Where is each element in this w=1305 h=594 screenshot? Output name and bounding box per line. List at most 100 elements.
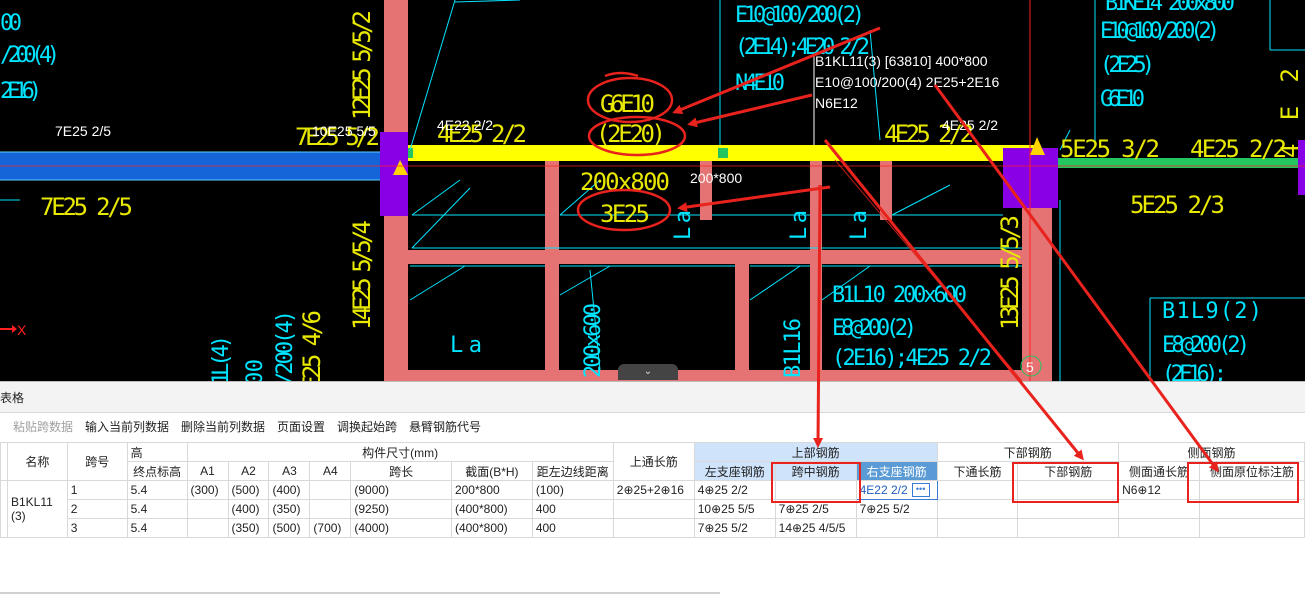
cell-end-elev[interactable]: 5.4 xyxy=(126,518,188,538)
cell-section[interactable]: 200*800 xyxy=(450,480,533,500)
cad-text-3e25: 3E25 xyxy=(600,200,650,228)
axis-x-label: X xyxy=(17,322,27,338)
cell-a2[interactable]: (500) xyxy=(227,480,270,500)
cell-name[interactable]: B1KL11(3) xyxy=(7,480,68,538)
cell-offset[interactable]: (100) xyxy=(531,480,614,500)
cell-a1[interactable] xyxy=(186,518,229,538)
cad-text-bottom-200-4: /200(4) xyxy=(273,310,298,381)
wall-vertical-2 xyxy=(1022,185,1052,381)
cad-text-b1ke14: B1KE14 200x800 xyxy=(1105,0,1235,16)
cell-left-support[interactable]: 7⊕25 5/2 xyxy=(693,518,776,538)
cell-a3[interactable]: (500) xyxy=(268,518,311,538)
cell-a4[interactable]: (700) xyxy=(309,518,352,538)
cell-bottom-through[interactable] xyxy=(936,518,1019,538)
annotation-box-side-origin xyxy=(1187,462,1299,503)
cad-text-200x800-white: 200*800 xyxy=(690,170,742,186)
cell-right-support[interactable]: 7⊕25 5/2 xyxy=(855,499,938,519)
header-section[interactable]: 截面(B*H) xyxy=(450,461,533,481)
cell-bottom-rebar[interactable] xyxy=(1017,518,1120,538)
cantilever-code-button[interactable]: 悬臂钢筋代号 xyxy=(409,414,481,440)
cad-text-4e25-22-far: 4E25 2/2 xyxy=(1190,135,1287,163)
header-elev-group[interactable]: 高 xyxy=(126,442,188,462)
panel-title: 表格 xyxy=(0,391,25,405)
delete-column-button[interactable]: 删除当前列数据 xyxy=(181,414,265,440)
cell-top-through[interactable] xyxy=(612,518,695,538)
header-span-no[interactable]: 跨号 xyxy=(66,442,128,481)
header-a2[interactable]: A2 xyxy=(227,461,270,481)
cell-a2[interactable]: (350) xyxy=(227,518,270,538)
cell-right-support[interactable] xyxy=(855,518,938,538)
page-setup-button[interactable]: 页面设置 xyxy=(277,414,325,440)
input-column-button[interactable]: 输入当前列数据 xyxy=(85,414,169,440)
header-a1[interactable]: A1 xyxy=(186,461,229,481)
header-end-elev[interactable]: 终点标高 xyxy=(126,461,188,481)
cell-mid-span[interactable]: 14⊕25 4/5/5 xyxy=(774,518,857,538)
cell-section[interactable]: (400*800) xyxy=(450,518,533,538)
cad-text-e10-top: E10@100/200(2) xyxy=(735,3,865,28)
cad-text-7e25-25-white: 7E25 2/5 xyxy=(55,123,111,139)
cad-text-14e25: 14E25 5/5/4 xyxy=(348,220,376,330)
cad-text-g6e10: G6E10 xyxy=(600,90,655,118)
header-span-len[interactable]: 跨长 xyxy=(350,461,452,481)
header-right-support[interactable]: 右支座钢筋 xyxy=(855,461,938,481)
ellipsis-icon[interactable]: ••• xyxy=(911,483,930,498)
cad-drawing-canvas[interactable]: 7E25 5/2 4E25 2/2 G6E10 (2E20) 4E25 2/2 … xyxy=(0,0,1305,381)
cell-span-len[interactable]: (9000) xyxy=(350,480,452,500)
cell-span[interactable]: 1 xyxy=(66,480,128,500)
cell-left-support[interactable]: 10⊕25 5/5 xyxy=(693,499,776,519)
cell-offset[interactable]: 400 xyxy=(531,499,614,519)
cad-text-5e25-23: 5E25 2/3 xyxy=(1130,191,1225,219)
cell-side-origin[interactable] xyxy=(1198,518,1305,538)
cell-span-len[interactable]: (9250) xyxy=(350,499,452,519)
cell-a4[interactable] xyxy=(309,499,352,519)
panel-collapse-button[interactable]: ⌄ xyxy=(618,364,678,380)
header-a4[interactable]: A4 xyxy=(309,461,352,481)
cell-a3[interactable]: (350) xyxy=(268,499,311,519)
header-left-support[interactable]: 左支座钢筋 xyxy=(693,461,776,481)
cell-span[interactable]: 2 xyxy=(66,499,128,519)
cell-side-through[interactable] xyxy=(1118,518,1200,538)
toolbar: 粘贴跨数据 输入当前列数据 删除当前列数据 页面设置 调换起始跨 悬臂钢筋代号 xyxy=(0,414,1305,440)
cad-text-5e25-32: 5E25 3/2 xyxy=(1060,135,1160,163)
cell-end-elev[interactable]: 5.4 xyxy=(126,480,188,500)
cell-end-elev[interactable]: 5.4 xyxy=(126,499,188,519)
header-bottom-through[interactable]: 下通长筋 xyxy=(936,461,1019,481)
cell-span-len[interactable]: (4000) xyxy=(350,518,452,538)
header-a3[interactable]: A3 xyxy=(268,461,311,481)
cell-a1[interactable] xyxy=(186,499,229,519)
cad-text-b1l10: B1L10 200x600 xyxy=(832,283,967,308)
header-top-group[interactable]: 上部钢筋 xyxy=(693,442,938,462)
cell-section[interactable]: (400*800) xyxy=(450,499,533,519)
paste-span-button[interactable]: 粘贴跨数据 xyxy=(13,414,73,440)
cell-bottom-through[interactable] xyxy=(936,480,1019,500)
cell-bottom-through[interactable] xyxy=(936,499,1019,519)
header-dims-group[interactable]: 构件尺寸(mm) xyxy=(186,442,614,462)
cell-a2[interactable]: (400) xyxy=(227,499,270,519)
cell-a3[interactable]: (400) xyxy=(268,480,311,500)
cad-text-la-2: La xyxy=(671,210,696,240)
beam-label-line-3: N6E12 xyxy=(815,95,858,111)
cell-right-support-editing[interactable]: 4E22 2/2 ••• xyxy=(855,480,938,500)
axis-x-indicator: X xyxy=(0,322,27,338)
cad-text-b1l9: B1L9(2) xyxy=(1162,299,1262,324)
cell-a4[interactable] xyxy=(309,480,352,500)
header-bottom-group[interactable]: 下部钢筋 xyxy=(936,442,1120,462)
cell-left-support[interactable]: 4⊕25 2/2 xyxy=(693,480,776,500)
header-name[interactable]: 名称 xyxy=(7,442,68,481)
annotation-box-mid-span xyxy=(771,462,861,503)
cell-a1[interactable]: (300) xyxy=(186,480,229,500)
header-offset[interactable]: 距左边线距离 xyxy=(531,461,614,481)
right-support-input[interactable]: 4E22 2/2 xyxy=(860,483,908,497)
cell-top-through[interactable] xyxy=(612,499,695,519)
header-top-through[interactable]: 上通长筋 xyxy=(612,442,695,481)
cad-text-e10-right: E10@100/200(2) xyxy=(1100,19,1220,44)
swap-start-span-button[interactable]: 调换起始跨 xyxy=(337,414,397,440)
cell-top-through[interactable]: 2⊕25+2⊕16 xyxy=(612,480,695,500)
header-side-group[interactable]: 侧面钢筋 xyxy=(1118,442,1305,462)
cad-text-2e16-b: (2E16); xyxy=(1162,362,1227,381)
annotation-box-bottom-rebar xyxy=(1012,462,1119,503)
cad-circle-5-label: 5 xyxy=(1026,359,1034,375)
cell-offset[interactable]: 400 xyxy=(531,518,614,538)
cad-text-la-1: La xyxy=(450,333,482,358)
cell-span[interactable]: 3 xyxy=(66,518,128,538)
